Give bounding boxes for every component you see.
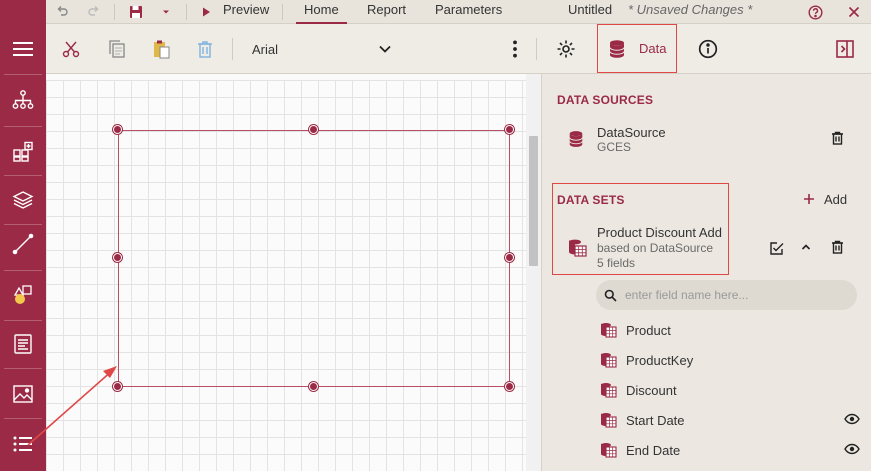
image-icon[interactable]	[0, 372, 46, 416]
field-name: ProductKey	[626, 352, 694, 368]
field-row-productkey[interactable]: ProductKey	[600, 345, 860, 375]
settings-gear-icon[interactable]	[554, 24, 578, 74]
tab-parameters[interactable]: Parameters	[435, 0, 502, 24]
left-sidebar	[0, 0, 46, 471]
data-sources-title: DATA SOURCES	[557, 93, 654, 107]
toolbar: Arial Data	[46, 24, 871, 74]
eye-icon[interactable]	[844, 441, 860, 457]
eye-icon[interactable]	[844, 411, 860, 427]
data-panel: DATA SOURCES DataSource GCES DATA SETS A…	[541, 74, 871, 471]
field-table-icon	[601, 353, 617, 368]
redo-icon[interactable]	[84, 0, 104, 24]
delete-icon[interactable]	[194, 24, 216, 74]
dataset-fields-count: 5 fields	[597, 256, 636, 270]
field-name: Product	[626, 322, 671, 338]
data-tab-label: Data	[639, 41, 667, 56]
field-table-icon	[601, 413, 617, 428]
font-family-select[interactable]: Arial	[252, 34, 392, 64]
unsaved-status: * Unsaved Changes *	[628, 2, 753, 17]
add-dataset-button[interactable]: Add	[824, 192, 847, 207]
dataset-based-on: based on DataSource	[597, 241, 714, 255]
delete-dataset-icon[interactable]	[829, 239, 845, 255]
resize-handle-left[interactable]	[113, 253, 122, 262]
field-name: Start Date	[626, 412, 685, 428]
preview-play-icon[interactable]	[200, 0, 212, 24]
datasource-database-icon	[566, 129, 586, 149]
paste-icon[interactable]	[150, 24, 172, 74]
document-title: Untitled	[568, 2, 613, 17]
resize-handle-bottom-left[interactable]	[113, 382, 122, 391]
save-icon[interactable]	[126, 0, 146, 24]
font-name: Arial	[252, 41, 279, 57]
tab-home[interactable]: Home	[296, 0, 347, 24]
resize-handle-top-right[interactable]	[505, 125, 514, 134]
add-component-icon[interactable]	[0, 130, 46, 174]
hamburger-menu-icon[interactable]	[0, 27, 46, 71]
database-icon	[609, 39, 625, 58]
canvas-vertical-scrollbar[interactable]	[526, 74, 541, 471]
field-row-discount[interactable]: Discount	[600, 375, 860, 405]
field-name: End Date	[626, 442, 681, 458]
resize-handle-top-left[interactable]	[113, 125, 122, 134]
info-icon[interactable]	[696, 24, 720, 74]
design-canvas[interactable]	[46, 74, 541, 471]
add-icon[interactable]	[802, 192, 816, 206]
datasource-subtitle: GCES	[597, 140, 632, 154]
toggle-panel-icon[interactable]	[834, 24, 856, 74]
close-icon[interactable]	[846, 0, 862, 24]
field-table-icon	[601, 323, 617, 338]
tab-report[interactable]: Report	[367, 0, 406, 24]
search-icon	[604, 289, 617, 302]
selected-report-item[interactable]	[118, 130, 510, 387]
resize-handle-bottom[interactable]	[309, 382, 318, 391]
cut-icon[interactable]	[60, 24, 82, 74]
undo-icon[interactable]	[52, 0, 72, 24]
field-search-input[interactable]	[625, 288, 845, 302]
list-icon[interactable]	[0, 422, 46, 466]
dataset-table-icon	[566, 237, 588, 259]
save-dropdown-icon[interactable]	[158, 0, 174, 24]
delete-datasource-icon[interactable]	[829, 130, 845, 146]
field-row-end-date[interactable]: End Date	[600, 435, 860, 465]
resize-handle-bottom-right[interactable]	[505, 382, 514, 391]
field-name: Discount	[626, 382, 677, 398]
shapes-icon[interactable]	[0, 272, 46, 316]
scrollbar-thumb[interactable]	[529, 136, 538, 266]
chevron-down-icon	[379, 45, 391, 53]
preview-button[interactable]: Preview	[223, 0, 269, 24]
field-table-icon	[601, 443, 617, 458]
dataset-name[interactable]: Product Discount Add	[597, 225, 722, 240]
datasource-name[interactable]: DataSource	[597, 125, 666, 140]
menu-bar: Preview Home Report Parameters Untitled …	[46, 0, 871, 24]
help-icon[interactable]	[806, 0, 824, 24]
hierarchy-icon[interactable]	[0, 78, 46, 122]
field-search-box[interactable]	[596, 280, 857, 310]
field-row-product[interactable]: Product	[600, 315, 860, 345]
field-row-start-date[interactable]: Start Date	[600, 405, 860, 435]
layers-icon[interactable]	[0, 178, 46, 222]
edit-dataset-icon[interactable]	[769, 240, 785, 256]
resize-handle-right[interactable]	[505, 253, 514, 262]
resize-handle-top[interactable]	[309, 125, 318, 134]
report-item-icon[interactable]	[0, 322, 46, 366]
field-table-icon	[601, 383, 617, 398]
data-sets-title: DATA SETS	[557, 193, 625, 207]
more-options-icon[interactable]	[508, 24, 522, 74]
copy-icon[interactable]	[106, 24, 128, 74]
data-tab-button[interactable]: Data	[597, 24, 677, 73]
collapse-chevron-icon[interactable]	[799, 240, 813, 254]
line-tool-icon[interactable]	[0, 222, 46, 266]
